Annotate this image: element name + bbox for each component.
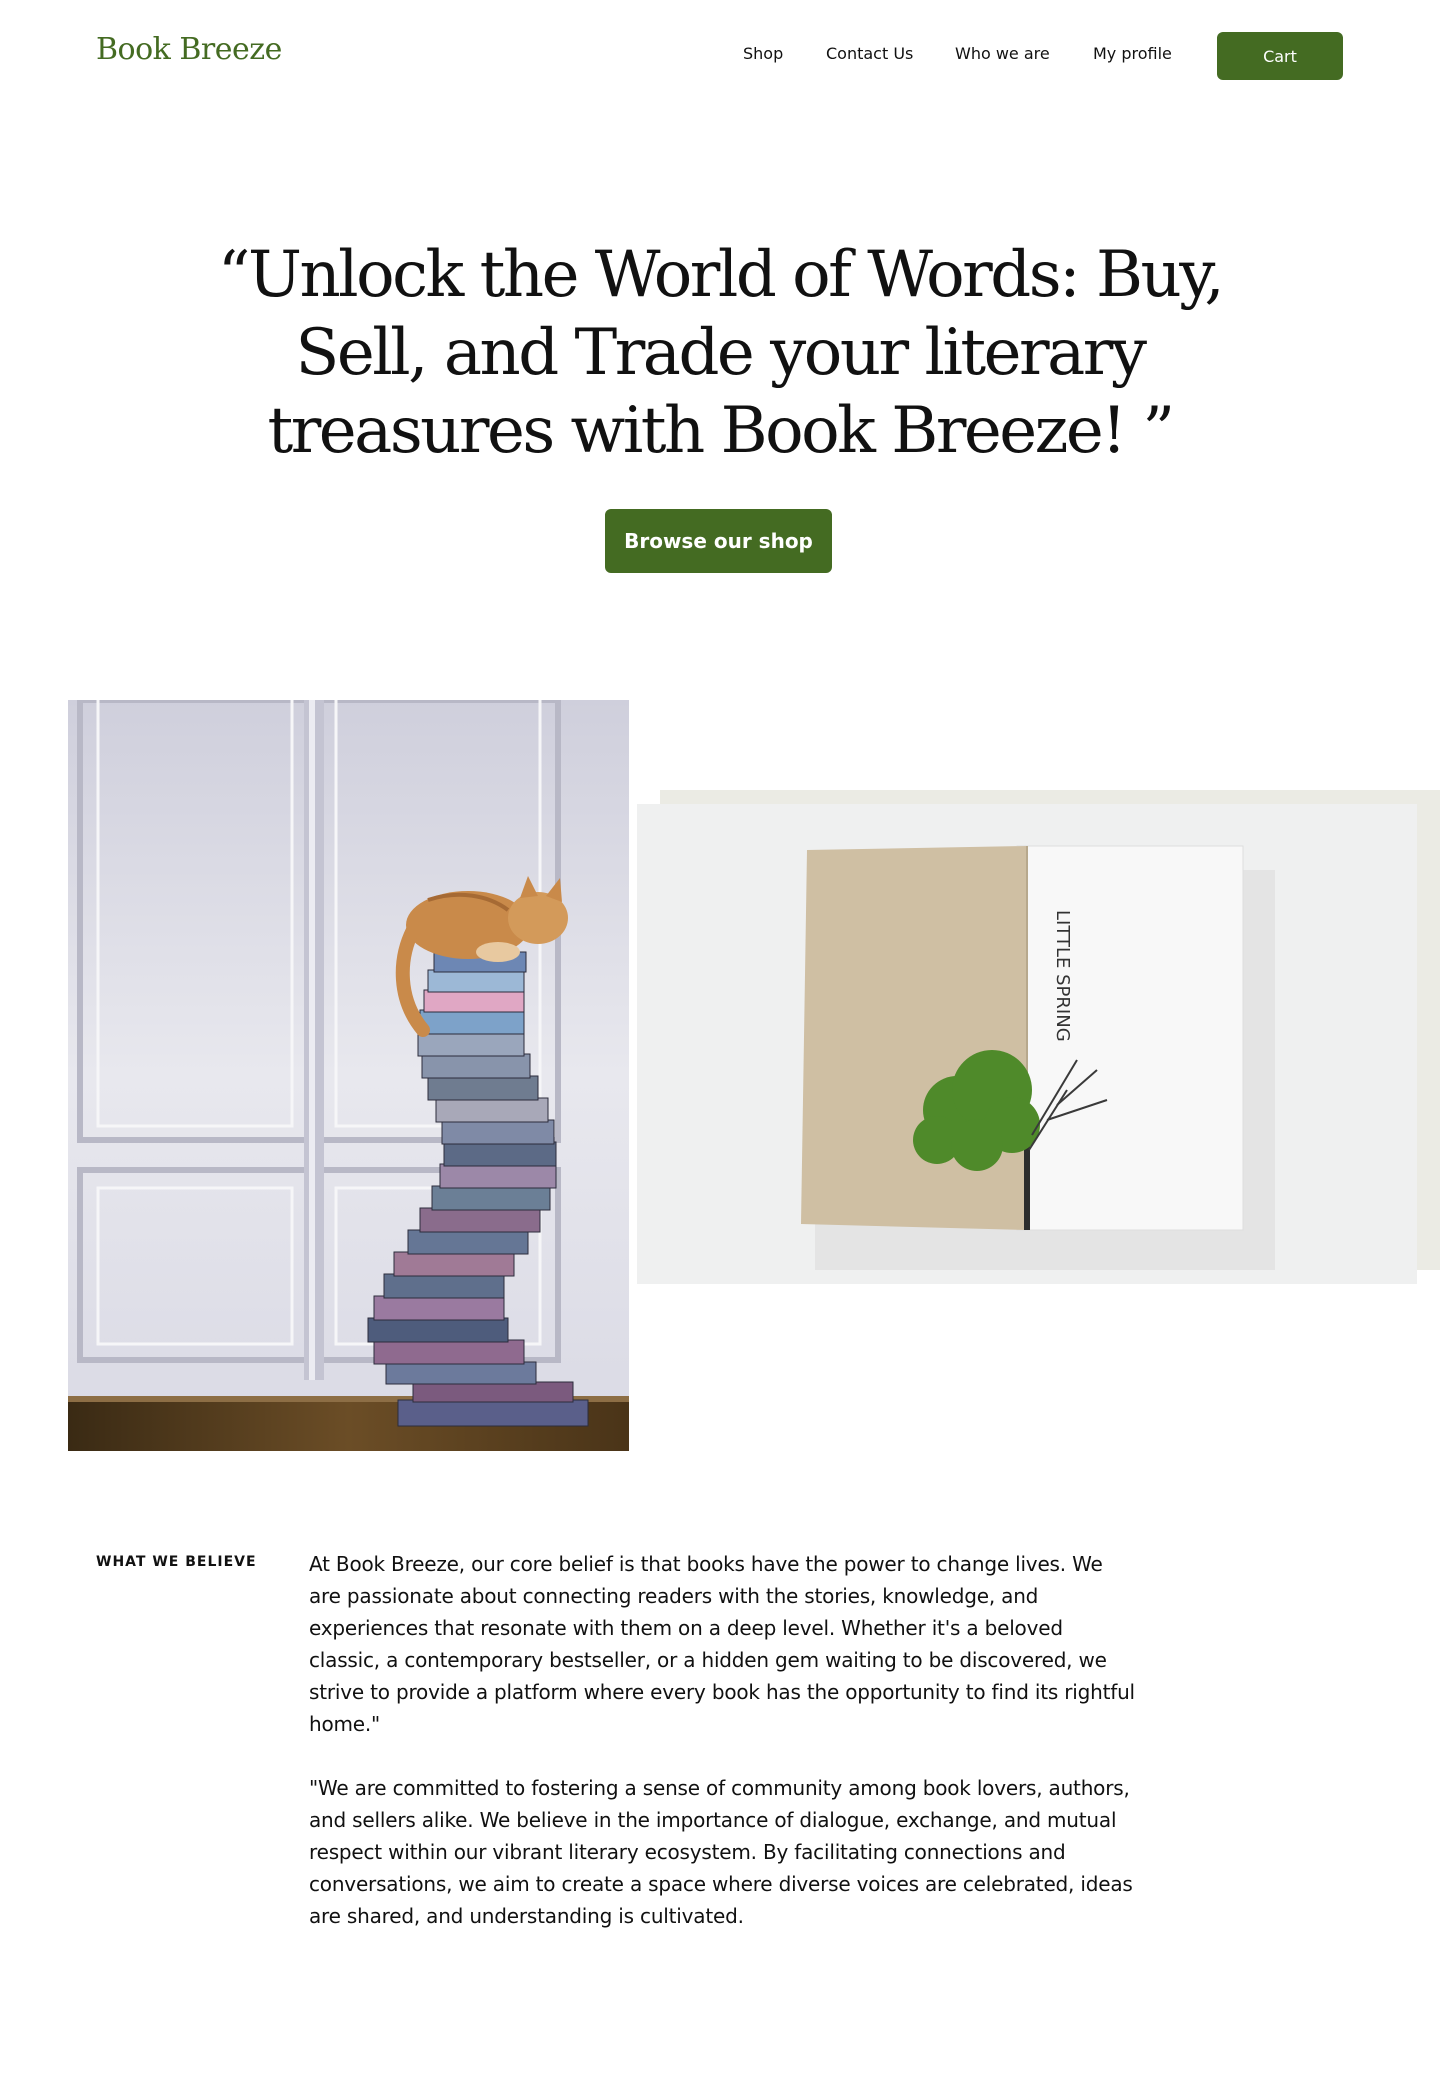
hero-title: “Unlock the World of Words: Buy, Sell, a… — [217, 238, 1225, 468]
book-title-text: LITTLE SPRING — [1052, 910, 1073, 1042]
nav-who-we-are[interactable]: Who we are — [955, 44, 1050, 63]
cat-on-books-image — [68, 700, 629, 1451]
book-cover-image: LITTLE SPRING — [637, 790, 1440, 1284]
belief-text: At Book Breeze, our core belief is that … — [309, 1548, 1139, 1964]
cart-button[interactable]: Cart — [1217, 32, 1343, 80]
belief-paragraph: At Book Breeze, our core belief is that … — [309, 1552, 1135, 1736]
nav-contact-us[interactable]: Contact Us — [826, 44, 913, 63]
browse-shop-button[interactable]: Browse our shop — [605, 509, 832, 573]
logo[interactable]: Book Breeze — [96, 32, 282, 67]
nav-shop[interactable]: Shop — [743, 44, 783, 63]
site-header: Book Breeze Shop Contact Us Who we are M… — [0, 0, 1440, 112]
nav-my-profile[interactable]: My profile — [1093, 44, 1172, 63]
what-we-believe-label: WHAT WE BELIEVE — [96, 1554, 257, 1570]
belief-paragraph: "We are committed to fostering a sense o… — [309, 1776, 1133, 1928]
